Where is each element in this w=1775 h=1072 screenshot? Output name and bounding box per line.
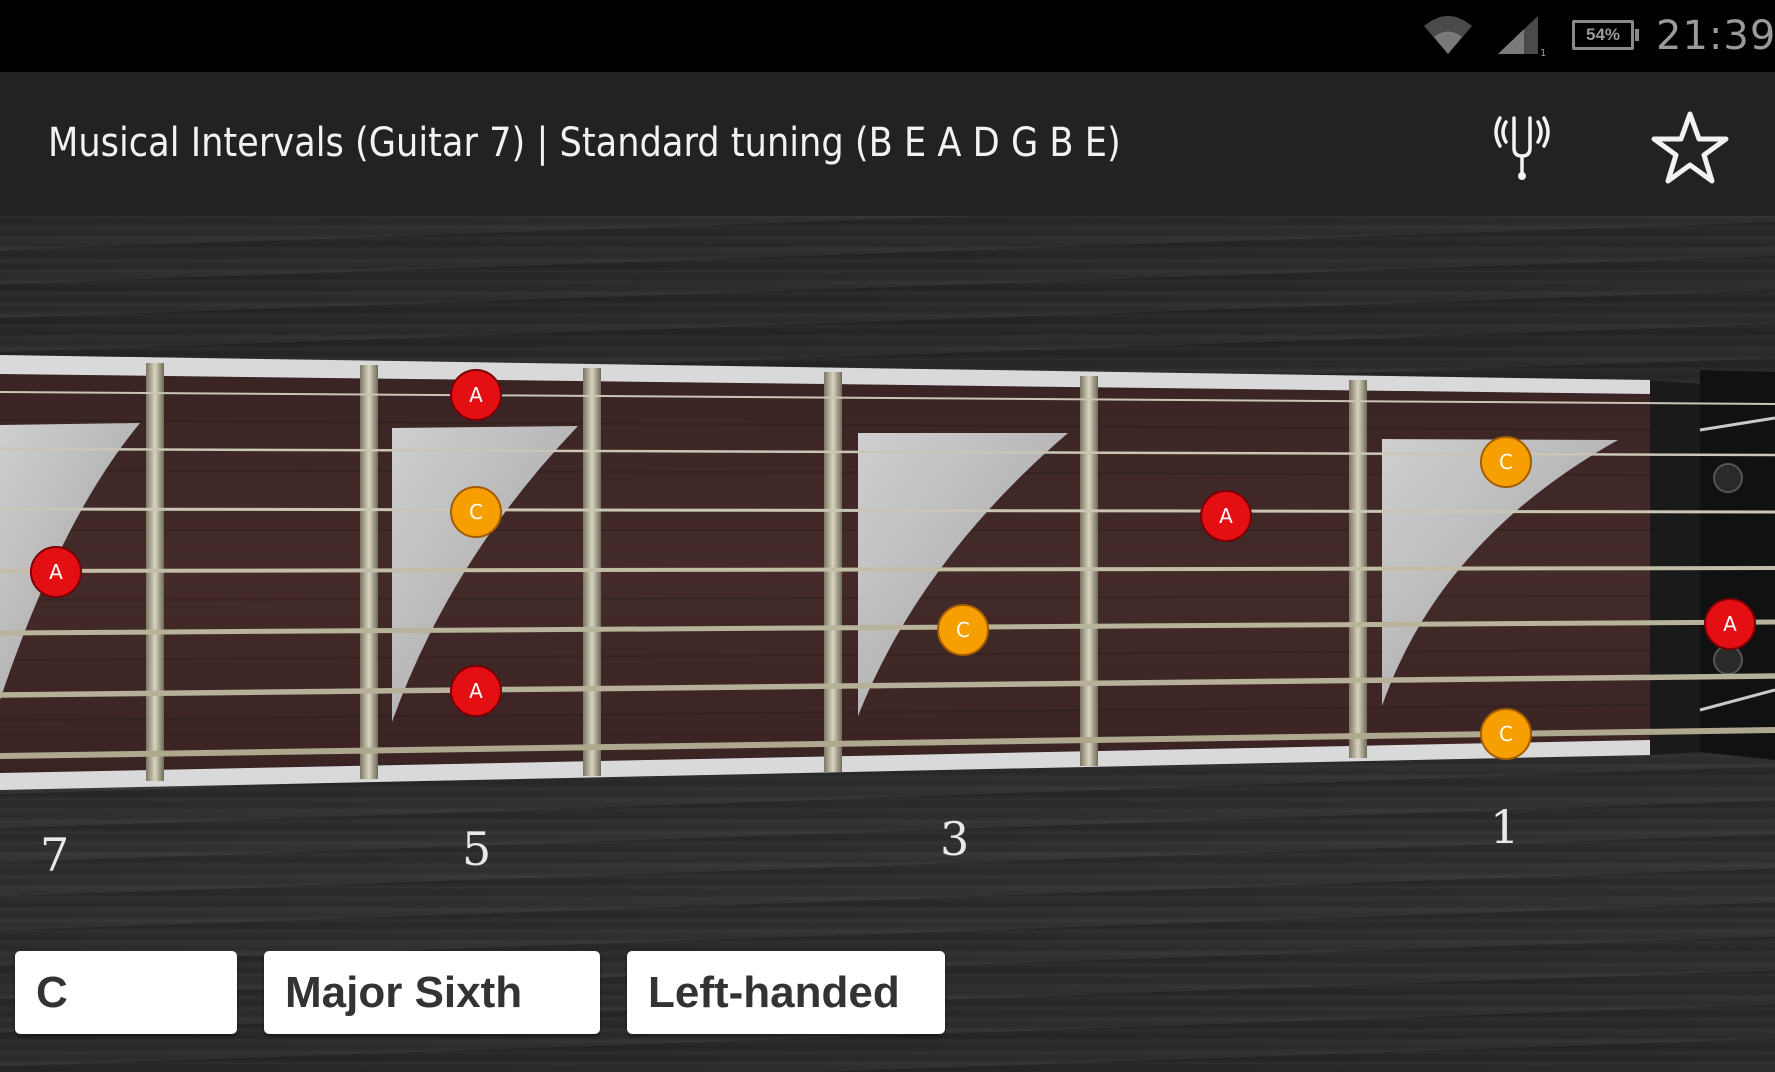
note-marker-c[interactable]: C (450, 486, 502, 538)
note-marker-a[interactable]: A (30, 546, 82, 598)
fretboard[interactable] (0, 0, 1775, 1072)
app-screen: 1 54% 21:39 Musical Intervals (Guitar 7)… (0, 0, 1775, 1072)
note-marker-c[interactable]: C (1480, 708, 1532, 760)
fret-number: 3 (940, 812, 970, 866)
handedness-button[interactable]: Left-handed (627, 951, 945, 1034)
interval-button[interactable]: Major Sixth (264, 951, 600, 1034)
note-marker-c[interactable]: C (937, 604, 989, 656)
note-marker-a[interactable]: A (450, 369, 502, 421)
fret-number: 5 (462, 822, 492, 876)
fret-number: 1 (1490, 800, 1520, 854)
note-marker-a[interactable]: A (450, 665, 502, 717)
fret-number: 7 (40, 828, 70, 882)
note-marker-c[interactable]: C (1480, 436, 1532, 488)
root-note-button[interactable]: C (15, 951, 237, 1034)
note-marker-a[interactable]: A (1704, 598, 1756, 650)
note-marker-a[interactable]: A (1200, 490, 1252, 542)
